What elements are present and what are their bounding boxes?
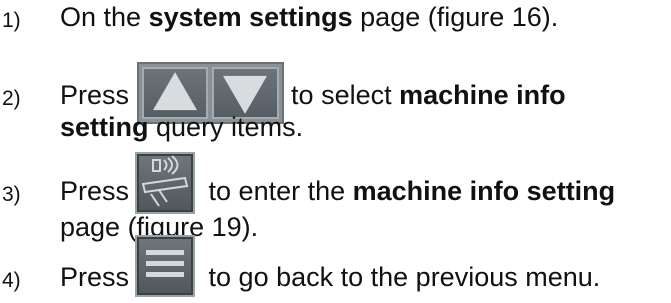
step-text-mid: to select [283, 80, 400, 111]
step-text-bold: system settings [148, 2, 353, 32]
step-text-bold: machine info setting [352, 176, 616, 207]
step-text-pre: Press [60, 262, 130, 292]
step-text-bold2: setting [60, 112, 149, 142]
menu-icon [135, 234, 196, 297]
step-text-pre: Press [60, 80, 130, 111]
step-text: Press to go back to the previous menu. [60, 234, 601, 297]
step-text-post: page (figure 16). [352, 2, 559, 32]
step-text-pre: On the [60, 2, 149, 32]
step-number: 1) [2, 9, 21, 32]
step-number: 4) [2, 269, 21, 292]
step-text: Press to enter the machine info setting [60, 152, 616, 214]
step-text-post: to go back to the previous menu. [201, 262, 601, 292]
step-text-mid: to enter the [201, 176, 353, 207]
step-number: 3) [2, 183, 21, 206]
step-number: 2) [2, 87, 21, 110]
step-text-pre: Press [60, 176, 130, 207]
step-text-line2: setting query items. [60, 110, 303, 144]
machine-info-icon [135, 152, 196, 214]
step-text-bold: machine info [399, 80, 566, 111]
step-text-post: query items. [148, 112, 304, 142]
step-text: On the system settings page (figure 16). [60, 0, 558, 34]
